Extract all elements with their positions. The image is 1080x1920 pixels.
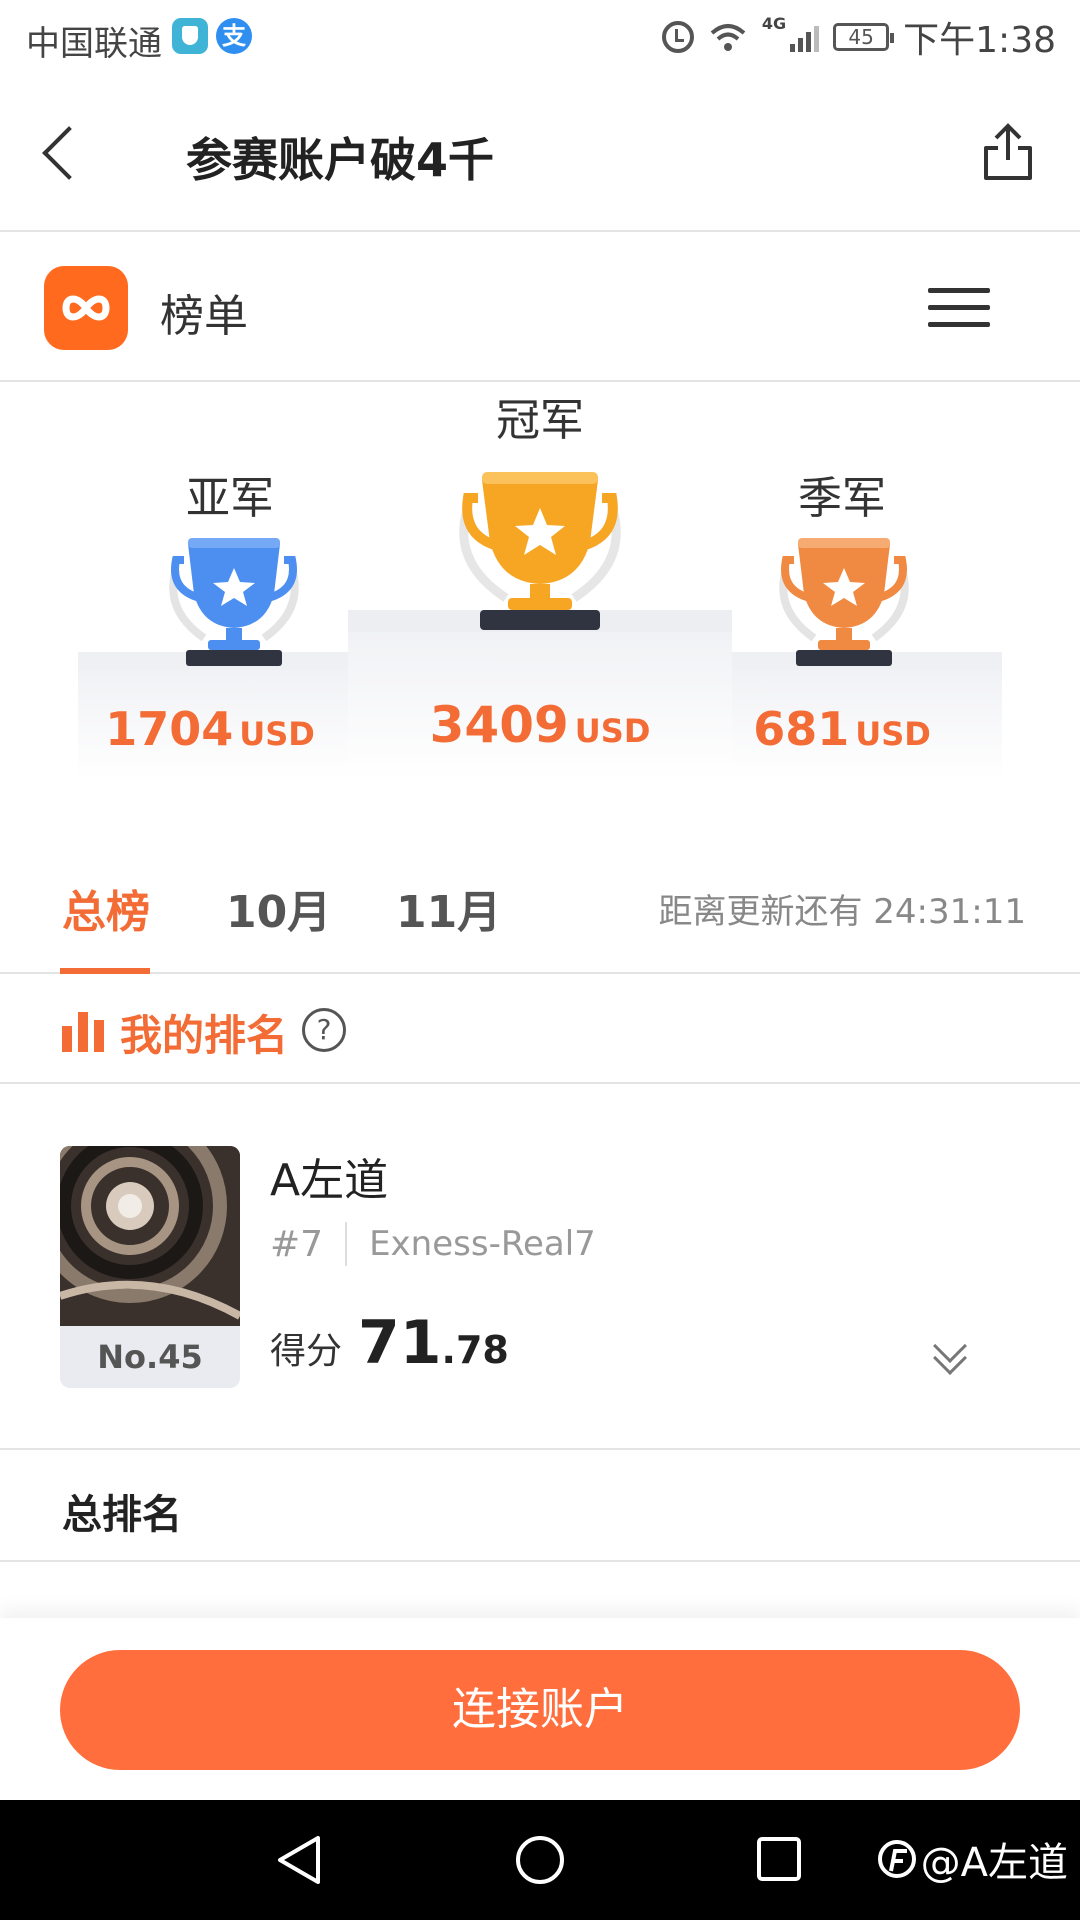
watermark-text: @A左道	[920, 1840, 1068, 1886]
score-row: 得分 71 .78	[270, 1308, 509, 1378]
third-prize-currency: USD	[855, 715, 931, 753]
active-tab-indicator	[60, 968, 150, 974]
third-prize-amount: 681	[753, 702, 850, 756]
help-icon[interactable]: ?	[302, 1008, 346, 1052]
alipay-icon: 支	[216, 18, 252, 54]
watermark-logo-icon	[877, 1840, 916, 1878]
user-position: #7	[270, 1223, 324, 1265]
period-tabs: 总榜 10月 11月 距离更新还有 24:31:11	[0, 856, 1080, 974]
watermark: @A左道	[877, 1830, 1068, 1888]
rank-number-badge: No.45	[60, 1326, 240, 1388]
page-title: 参赛账户破4千	[186, 133, 495, 187]
third-place-prize: 681 USD	[722, 702, 962, 756]
my-ranking-card: No.45 A左道 #7 Exness-Real7 得分 71 .78	[0, 1086, 1080, 1450]
bottom-action-area: 连接账户	[0, 1618, 1080, 1800]
carrier-name: 中国联通	[26, 24, 162, 64]
silver-trophy-icon	[169, 538, 299, 666]
total-ranking-title: 总排名	[62, 1492, 182, 1538]
share-icon[interactable]	[980, 120, 1036, 184]
signal-icon	[790, 22, 820, 52]
first-place-prize: 3409 USD	[400, 696, 680, 754]
bar-chart-icon	[62, 1012, 106, 1052]
second-place-prize: 1704 USD	[90, 702, 330, 756]
alarm-icon	[661, 21, 694, 53]
app-logo-icon	[44, 266, 128, 350]
first-place-label: 冠军	[496, 395, 584, 446]
status-time: 下午1:38	[903, 20, 1056, 61]
system-nav-bar: @A左道	[0, 1800, 1080, 1920]
first-prize-amount: 3409	[429, 696, 569, 754]
chevron-down-icon[interactable]	[932, 1329, 972, 1375]
avatar	[60, 1146, 240, 1326]
hamburger-menu-icon[interactable]	[928, 288, 990, 328]
connect-account-button[interactable]: 连接账户	[60, 1650, 1020, 1770]
first-prize-currency: USD	[574, 712, 651, 750]
gold-trophy-icon	[459, 472, 621, 630]
score-integer: 71	[358, 1308, 442, 1378]
user-name: A左道	[270, 1155, 389, 1206]
total-ranking-header: 总排名	[0, 1452, 1080, 1562]
bronze-trophy-icon	[779, 538, 909, 666]
shield-app-icon	[172, 18, 208, 54]
battery-icon: 45	[833, 23, 895, 51]
back-arrow-icon[interactable]	[36, 122, 96, 186]
title-bar: 参赛账户破4千	[0, 76, 1080, 232]
tab-overall[interactable]: 总榜	[62, 876, 150, 940]
wifi-icon	[708, 21, 748, 53]
second-place-label: 亚军	[186, 473, 274, 524]
tab-november[interactable]: 11月	[396, 876, 501, 940]
app-title: 榜单	[160, 291, 248, 342]
update-countdown: 距离更新还有 24:31:11	[658, 892, 1026, 932]
nav-home-icon[interactable]	[514, 1834, 566, 1886]
user-account: Exness-Real7	[369, 1224, 596, 1264]
status-bar: 中国联通 支 4G 45 下午1:38	[0, 0, 1080, 76]
third-place-label: 季军	[798, 473, 886, 524]
podium: 亚军 冠军 季军 1704 USD 3409 USD 681 USD	[0, 384, 1080, 804]
user-meta: #7 Exness-Real7	[270, 1222, 596, 1266]
app-header: 榜单	[0, 234, 1080, 382]
tab-october[interactable]: 10月	[226, 876, 331, 940]
network-type: 4G	[761, 14, 787, 33]
nav-recent-apps-icon[interactable]	[756, 1836, 802, 1882]
second-prize-currency: USD	[239, 715, 315, 753]
second-prize-amount: 1704	[105, 702, 234, 756]
score-label: 得分	[270, 1331, 343, 1372]
score-decimal: .78	[441, 1328, 509, 1372]
my-ranking-header: 我的排名 ?	[0, 976, 1080, 1084]
my-ranking-title: 我的排名	[120, 1011, 289, 1060]
meta-divider	[345, 1222, 348, 1266]
